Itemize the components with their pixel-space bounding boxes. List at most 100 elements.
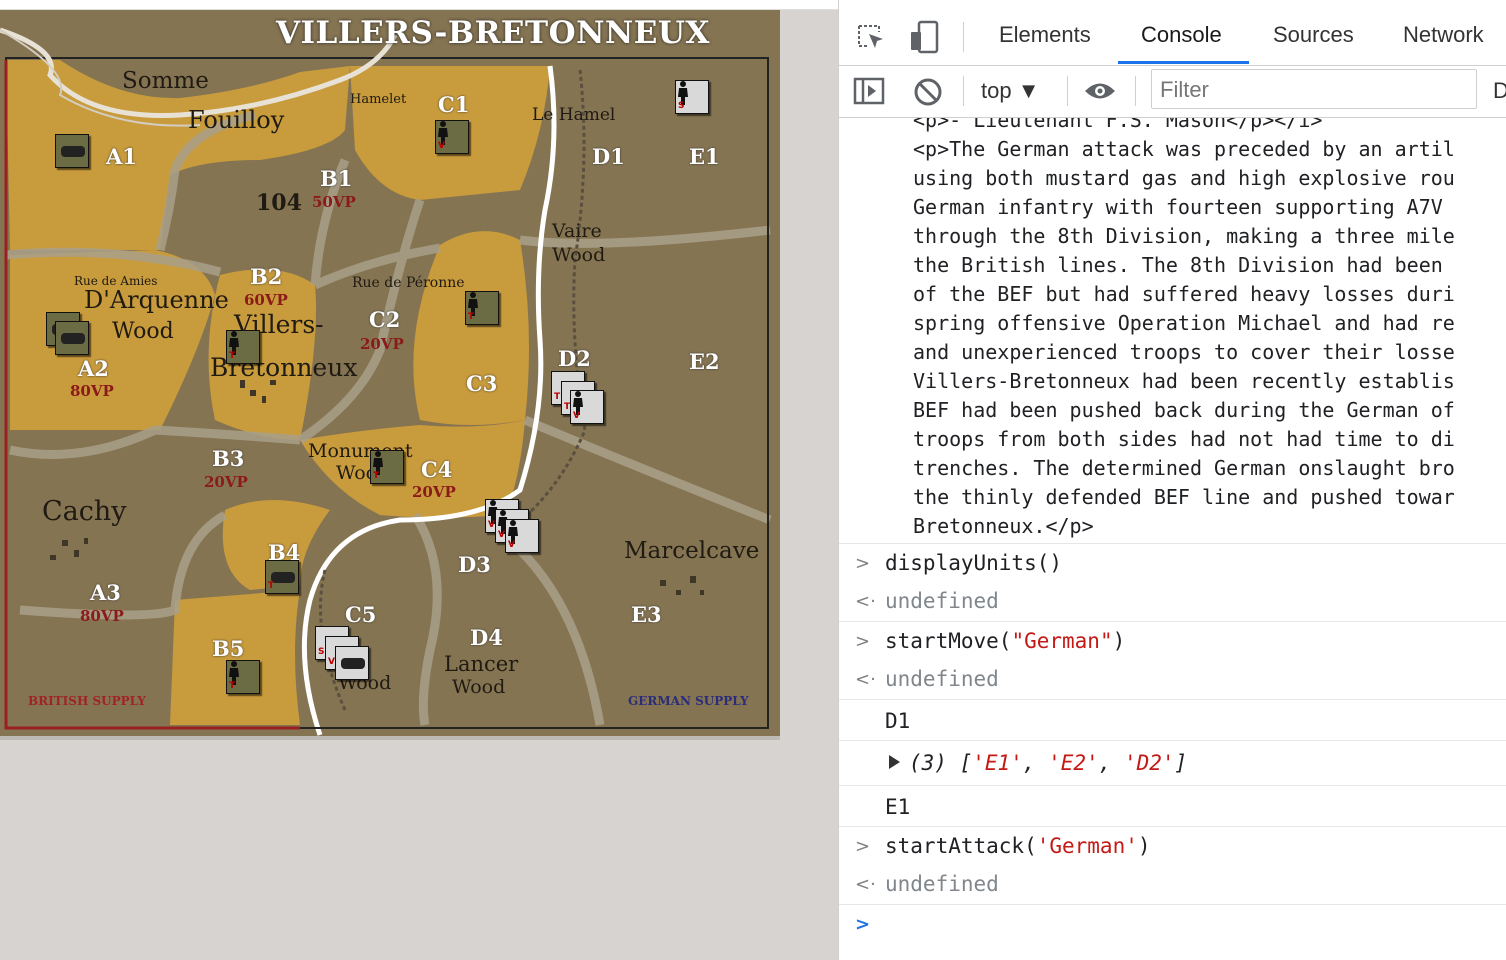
unit-counter-british-infantry[interactable]: V [435, 120, 469, 154]
trained-mark-icon: T [554, 392, 561, 402]
command-close-paren: ) [1112, 629, 1126, 653]
active-tab-indicator [1118, 61, 1249, 64]
zone-label-a2[interactable]: A2 [78, 356, 109, 381]
tab-elements[interactable]: Elements [999, 22, 1091, 48]
inspect-element-icon[interactable] [857, 24, 887, 52]
place-somme: Somme [122, 68, 209, 94]
zone-label-e1[interactable]: E1 [689, 144, 720, 169]
zone-label-b2[interactable]: B2 [250, 264, 282, 289]
veteran-mark-icon: V [438, 141, 445, 151]
vp-b1: 50VP [312, 193, 356, 211]
result-chevron-icon: <· [855, 669, 876, 690]
zone-label-d1[interactable]: D1 [592, 144, 625, 169]
unit-counter-british-infantry-c3[interactable]: T [465, 291, 499, 325]
console-filter-input[interactable]: Filter [1151, 69, 1477, 109]
array-separator: , [1022, 751, 1049, 775]
console-input-entry[interactable]: > startAttack('German') [839, 826, 1506, 865]
zone-label-b1[interactable]: B1 [320, 166, 352, 191]
devtools-panel: Elements Console Sources Network top ▼ F… [838, 0, 1506, 960]
output-line: <p>- Lieutenant F.S. Mason</p></i> [913, 118, 1323, 132]
output-line: German infantry with fourteen supporting… [913, 195, 1443, 219]
live-expression-eye-icon[interactable] [1083, 80, 1117, 102]
console-output: <p>- Lieutenant F.S. Mason</p></i> <p>Th… [839, 118, 1506, 960]
zone-label-e2[interactable]: E2 [689, 349, 720, 374]
unit-counter-british-infantry-b5[interactable]: T [226, 660, 260, 694]
output-line: troops from both sides had not had time … [913, 427, 1455, 451]
zone-label-d4[interactable]: D4 [470, 625, 503, 650]
place-lancer: Lancer [444, 652, 519, 676]
unit-counter-british-tank-stack-top[interactable] [55, 321, 89, 355]
unit-counter-german-tank-c5[interactable] [335, 646, 369, 680]
console-input-entry[interactable]: > displayUnits() [839, 543, 1506, 582]
zone-label-c4[interactable]: C4 [421, 457, 452, 482]
console-result: undefined [885, 589, 999, 613]
unit-counter-german-d3-3[interactable]: V [505, 519, 539, 553]
vp-a2: 80VP [70, 382, 114, 400]
console-command: startMove("German") [885, 629, 1125, 653]
zone-label-d2[interactable]: D2 [558, 346, 591, 371]
toolbar-divider [963, 76, 964, 106]
console-result-entry: <· undefined [839, 660, 1506, 699]
default-levels-dropdown-clipped[interactable]: D [1493, 78, 1506, 104]
trained-mark-icon: T [373, 471, 380, 481]
tab-network[interactable]: Network [1403, 22, 1484, 48]
unit-counter-german-stormtrooper[interactable]: S [675, 80, 709, 114]
map-terrain [0, 10, 780, 736]
veteran-mark-icon: V [488, 520, 495, 530]
german-supply-label: GERMAN SUPPLY [628, 694, 749, 708]
place-vaire: Vaire [552, 220, 602, 242]
array-item: 'D2' [1123, 751, 1175, 775]
unit-counter-british-infantry-c4[interactable]: T [370, 450, 404, 484]
zone-label-b3[interactable]: B3 [212, 446, 244, 471]
british-supply-label: BRITISH SUPPLY [28, 694, 146, 708]
zone-label-e3[interactable]: E3 [631, 602, 662, 627]
zone-label-b5[interactable]: B5 [212, 636, 244, 661]
toolbar-divider [1135, 76, 1136, 106]
tank-icon [271, 572, 295, 583]
output-line: the British lines. The 8th Division had … [913, 253, 1443, 277]
unit-counter-german-infantry-d2[interactable]: V [570, 390, 604, 424]
game-map[interactable]: VILLERS-BRETONNEUX Somme Fouilloy Hamele… [0, 10, 780, 736]
array-separator: , [1098, 751, 1124, 775]
output-line: Villers-Bretonneux had been recently est… [913, 369, 1455, 393]
vp-c4: 20VP [412, 483, 456, 501]
tab-console[interactable]: Console [1141, 22, 1222, 48]
expand-triangle-icon[interactable] [889, 755, 900, 769]
console-result-entry: <· undefined [839, 582, 1506, 621]
output-line: spring offensive Operation Michael and h… [913, 311, 1455, 335]
zone-label-c1[interactable]: C1 [438, 92, 469, 117]
zone-label-c5[interactable]: C5 [345, 602, 376, 627]
place-cachy: Cachy [42, 496, 127, 527]
zone-label-d3[interactable]: D3 [458, 552, 491, 577]
command-function: startAttack( [885, 834, 1037, 858]
input-chevron-icon: > [855, 836, 871, 857]
execution-context-selector[interactable]: top ▼ [981, 78, 1039, 104]
console-result: undefined [885, 667, 999, 691]
output-line: trenches. The determined German onslaugh… [913, 456, 1455, 480]
devtools-tabbar: Elements Console Sources Network [839, 0, 1506, 66]
veteran-mark-icon: V [498, 530, 505, 540]
unit-counter-british-tank[interactable] [55, 134, 89, 168]
zone-label-a3[interactable]: A3 [90, 580, 121, 605]
unit-counter-british-infantry-b2[interactable]: T [226, 330, 260, 364]
tab-sources[interactable]: Sources [1273, 22, 1354, 48]
zone-label-c2[interactable]: C2 [369, 307, 400, 332]
console-input-entry[interactable]: > startMove("German") [839, 621, 1506, 660]
output-line: Bretonneux.</p> [913, 514, 1094, 538]
show-sidebar-icon[interactable] [853, 77, 885, 105]
output-line: BEF had been pushed back during the Germ… [913, 398, 1455, 422]
zone-label-a1[interactable]: A1 [106, 144, 137, 169]
unit-counter-british-tank-b4[interactable]: T [265, 560, 299, 594]
clear-console-icon[interactable] [913, 77, 943, 107]
trained-mark-icon: T [229, 351, 236, 361]
vp-a3: 80VP [80, 607, 124, 625]
log-text: E1 [885, 795, 911, 819]
array-item: 'E1' [972, 751, 1023, 775]
console-array-entry[interactable]: (3) ['E1', 'E2', 'D2'] [839, 740, 1506, 785]
zone-label-c3[interactable]: C3 [466, 371, 497, 396]
result-chevron-icon: <· [855, 591, 876, 612]
device-toolbar-icon[interactable] [909, 20, 941, 54]
log-text: D1 [885, 709, 911, 733]
console-prompt-input[interactable]: > [839, 904, 1506, 960]
array-item: 'E2' [1048, 751, 1099, 775]
